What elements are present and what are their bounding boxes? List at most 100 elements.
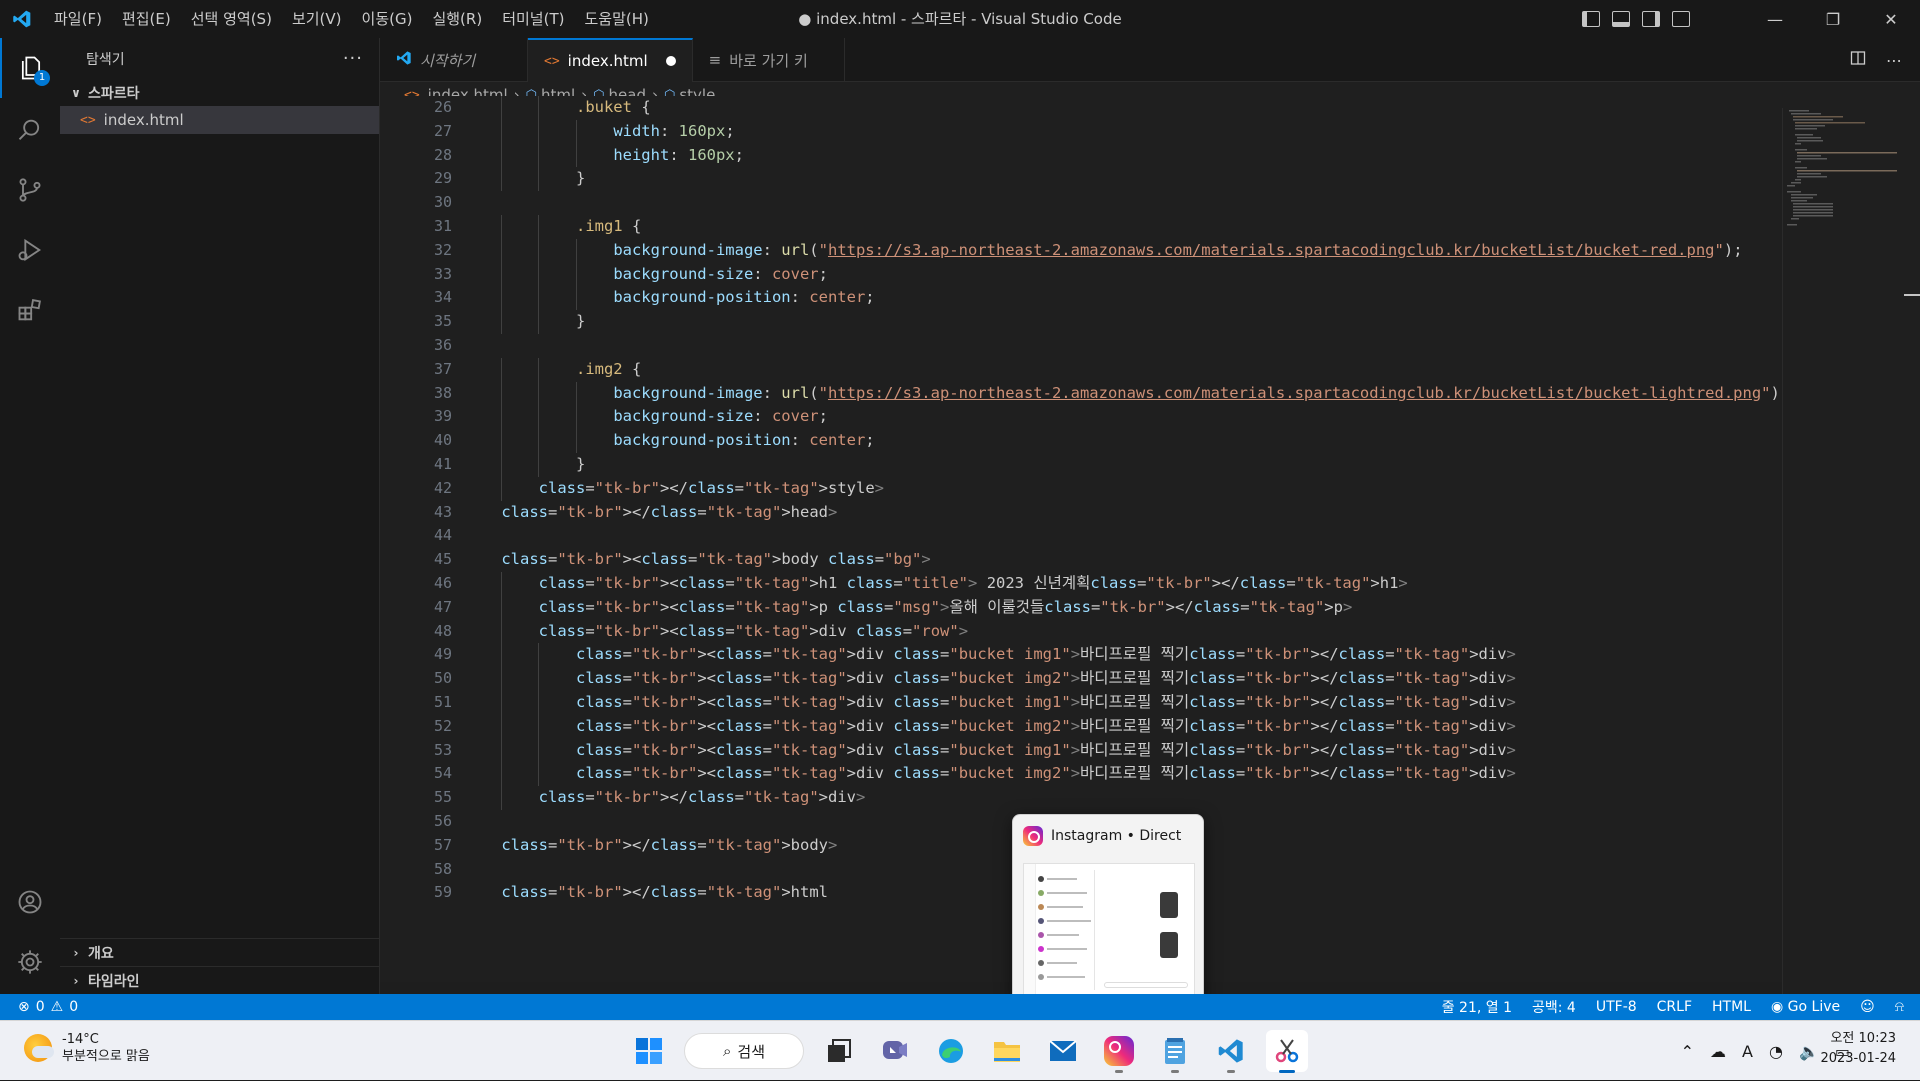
taskbar-search[interactable]: ⌕ 검색: [684, 1033, 804, 1069]
snipping-tool-icon[interactable]: [1266, 1030, 1308, 1073]
more-actions-icon[interactable]: ⋯: [1886, 51, 1902, 70]
search-icon[interactable]: [0, 100, 60, 160]
chevron-up-icon[interactable]: ⌃: [1681, 1042, 1694, 1061]
gear-icon[interactable]: [0, 932, 60, 992]
code-line[interactable]: class="tk-br"><class="tk-tag">div class=…: [464, 738, 1782, 763]
preview-thumbnail[interactable]: [1023, 863, 1195, 995]
code-line[interactable]: background-position: center;: [464, 286, 1782, 311]
code-line[interactable]: [464, 191, 1782, 215]
outline-section[interactable]: › 개요: [60, 938, 380, 966]
line-number: 42: [433, 478, 452, 497]
weather-widget[interactable]: -14°C 부분적으로 맑음: [24, 1031, 150, 1065]
encoding[interactable]: UTF-8: [1596, 999, 1637, 1015]
mail-icon[interactable]: [1042, 1030, 1084, 1072]
code-line[interactable]: width: 160px;: [464, 119, 1782, 144]
task-view-icon[interactable]: [818, 1030, 860, 1072]
chat-icon[interactable]: [874, 1030, 916, 1072]
code-line[interactable]: class="tk-br"><class="tk-tag">p class="m…: [464, 595, 1782, 620]
code-line[interactable]: }: [464, 310, 1782, 334]
code-line[interactable]: background-size: cover;: [464, 405, 1782, 430]
unsaved-dot-icon[interactable]: [665, 56, 676, 66]
code-line[interactable]: class="tk-br"><class="tk-tag">div class=…: [464, 619, 1782, 644]
run-debug-icon[interactable]: [0, 220, 60, 280]
volume-icon[interactable]: 🔈: [1799, 1042, 1819, 1061]
menu-view[interactable]: 보기(V): [282, 0, 352, 38]
close-icon[interactable]: ✕: [1862, 0, 1920, 38]
code-line[interactable]: class="tk-br"><class="tk-tag">div class=…: [464, 643, 1782, 668]
edge-icon[interactable]: [930, 1030, 972, 1072]
code-line[interactable]: class="tk-br"><class="tk-tag">div class=…: [464, 762, 1782, 787]
start-icon[interactable]: [628, 1030, 670, 1072]
activity-bar: 1: [0, 38, 60, 994]
code-line[interactable]: .img1 {: [464, 214, 1782, 239]
code-line[interactable]: class="tk-br"><class="tk-tag">div class=…: [464, 690, 1782, 715]
tab-welcome[interactable]: 시작하기: [380, 38, 528, 82]
code-line[interactable]: background-position: center;: [464, 429, 1782, 453]
onedrive-icon[interactable]: ☁: [1710, 1042, 1726, 1061]
split-editor-icon[interactable]: [1850, 50, 1866, 70]
clock[interactable]: 오전 10:23 2023-01-24: [1820, 1029, 1896, 1069]
restore-icon[interactable]: ❐: [1804, 0, 1862, 38]
source-control-icon[interactable]: [0, 160, 60, 220]
minimize-icon[interactable]: —: [1746, 0, 1804, 38]
wifi-icon[interactable]: ◔: [1769, 1042, 1783, 1061]
code-line[interactable]: background-image: url("https://s3.ap-nor…: [464, 381, 1782, 406]
file-explorer-icon[interactable]: [986, 1030, 1028, 1072]
code-line[interactable]: background-size: cover;: [464, 262, 1782, 287]
code-line[interactable]: class="tk-br"><class="tk-tag">h1 class="…: [464, 571, 1782, 596]
problems-indicator[interactable]: ⊗ 0 ⚠ 0: [18, 994, 78, 1020]
language-mode[interactable]: HTML: [1712, 999, 1751, 1015]
tab-index-html[interactable]: <> index.html: [528, 38, 693, 82]
menu-run[interactable]: 실행(R): [422, 0, 492, 38]
code-line[interactable]: class="tk-br"></class="tk-tag">style>: [464, 476, 1782, 501]
menu-selection[interactable]: 선택 영역(S): [181, 0, 282, 38]
go-live-button[interactable]: ◉ Go Live: [1771, 999, 1840, 1015]
code-line[interactable]: height: 160px;: [464, 143, 1782, 168]
notepad-icon[interactable]: [1154, 1030, 1196, 1073]
code-line[interactable]: class="tk-br"><class="tk-tag">div class=…: [464, 667, 1782, 691]
code-line[interactable]: class="tk-br"><class="tk-tag">body class…: [464, 548, 1782, 572]
code-line[interactable]: }: [464, 452, 1782, 477]
indentation[interactable]: 공백: 4: [1532, 997, 1576, 1017]
line-number: 26: [433, 98, 452, 116]
menu-terminal[interactable]: 터미널(T): [492, 0, 574, 38]
windows-taskbar: -14°C 부분적으로 맑음 ⌕ 검색 ⌃ ☁ A ◔ 🔈 ▭ 오전 10:23…: [0, 1020, 1920, 1080]
extensions-icon[interactable]: [0, 280, 60, 340]
file-index-html[interactable]: <> index.html: [60, 106, 379, 134]
vscode-logo-icon[interactable]: [0, 0, 44, 38]
cursor-position[interactable]: 줄 21, 열 1: [1442, 997, 1512, 1017]
menu-help[interactable]: 도움말(H): [574, 0, 658, 38]
feedback-icon[interactable]: ☺: [1860, 999, 1875, 1015]
instagram-taskbar-preview[interactable]: Instagram • Direct: [1012, 814, 1204, 1004]
editor-scrollbar[interactable]: [1902, 108, 1920, 994]
code-line[interactable]: .buket {: [464, 96, 1782, 120]
code-line[interactable]: }: [464, 167, 1782, 192]
menu-go[interactable]: 이동(G): [352, 0, 423, 38]
code-line[interactable]: .img2 {: [464, 357, 1782, 382]
tab-keyboard-shortcuts[interactable]: ≡ 바로 가기 키: [693, 38, 845, 82]
code-line[interactable]: class="tk-br"><class="tk-tag">div class=…: [464, 714, 1782, 739]
menu-file[interactable]: 파일(F): [44, 0, 112, 38]
bell-icon[interactable]: ⍾: [1895, 999, 1904, 1015]
code-line[interactable]: class="tk-br"></class="tk-tag">div>: [464, 786, 1782, 810]
menu-edit[interactable]: 편집(E): [112, 0, 181, 38]
code-line[interactable]: [464, 524, 1782, 548]
more-actions-icon[interactable]: ···: [343, 48, 363, 69]
vscode-taskbar-icon[interactable]: [1210, 1030, 1252, 1073]
toggle-panel-icon[interactable]: [1612, 11, 1630, 27]
code-line[interactable]: [464, 334, 1782, 358]
instagram-taskbar-icon[interactable]: [1098, 1030, 1140, 1073]
toggle-secondary-sidebar-icon[interactable]: [1642, 11, 1660, 27]
account-icon[interactable]: [0, 872, 60, 932]
folder-sparta[interactable]: ∨ 스파르타: [60, 80, 379, 106]
ime-indicator[interactable]: A: [1742, 1042, 1753, 1061]
toggle-sidebar-icon[interactable]: [1582, 11, 1600, 27]
code-line[interactable]: class="tk-br"></class="tk-tag">head>: [464, 501, 1782, 525]
minimap[interactable]: [1782, 108, 1902, 994]
code-area[interactable]: .buket { width: 160px; height: 160px; } …: [464, 96, 1782, 905]
timeline-section[interactable]: › 타임라인: [60, 966, 380, 994]
customize-layout-icon[interactable]: [1672, 11, 1690, 27]
line-ending[interactable]: CRLF: [1657, 999, 1692, 1015]
explorer-icon[interactable]: 1: [0, 38, 60, 98]
code-line[interactable]: background-image: url("https://s3.ap-nor…: [464, 238, 1782, 263]
